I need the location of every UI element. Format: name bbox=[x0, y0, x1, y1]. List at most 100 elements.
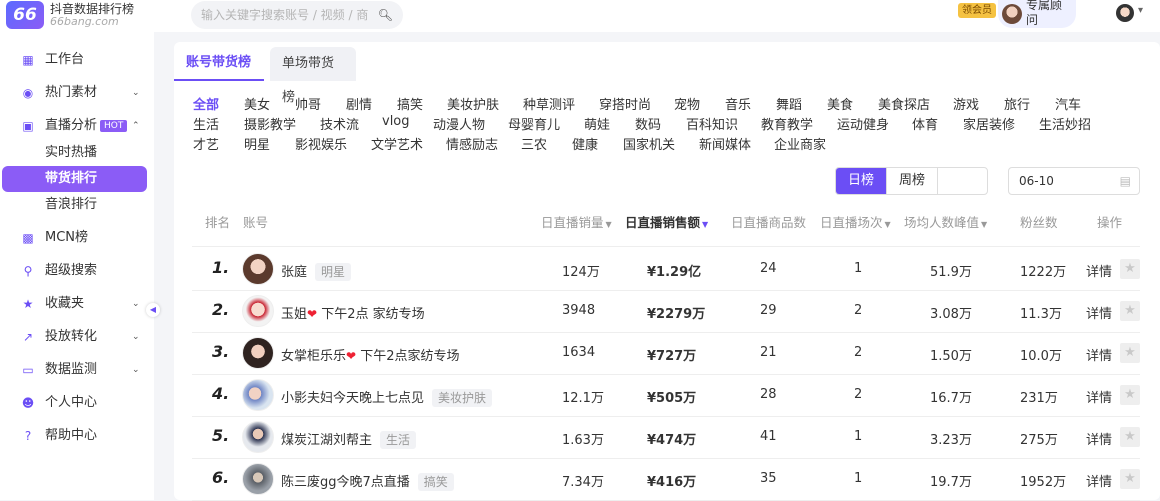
logo[interactable]: 66榜 bbox=[6, 1, 44, 53]
favorite-star-icon[interactable]: ★ bbox=[1120, 259, 1140, 279]
search-input[interactable]: 输入关键字搜索账号 / 视频 / 商 🔍︎ bbox=[191, 1, 403, 29]
sidebar-item-favorites[interactable]: ★ 收藏夹 ⌄ bbox=[0, 291, 154, 317]
category-chip[interactable]: 健康 bbox=[572, 134, 598, 153]
avatar[interactable] bbox=[242, 421, 274, 453]
category-chip[interactable]: 音乐 bbox=[725, 94, 751, 113]
avatar[interactable] bbox=[242, 295, 274, 327]
sidebar-item-hot-material[interactable]: ◉ 热门素材 ⌄ bbox=[0, 80, 154, 106]
sidebar-item-profile[interactable]: ☻ 个人中心 bbox=[0, 390, 154, 416]
avatar[interactable] bbox=[242, 253, 274, 285]
search-icon[interactable]: 🔍︎ bbox=[378, 1, 393, 29]
sidebar-item-live-analysis[interactable]: ▣ 直播分析 HOT ⌃ bbox=[0, 113, 154, 139]
category-chip[interactable]: 新闻媒体 bbox=[699, 134, 751, 153]
category-chip[interactable]: 剧情 bbox=[346, 94, 372, 113]
detail-link[interactable]: 详情 bbox=[1086, 345, 1112, 364]
category-chip[interactable]: 母婴育儿 bbox=[508, 114, 560, 133]
category-chip[interactable]: 萌娃 bbox=[584, 114, 610, 133]
detail-link[interactable]: 详情 bbox=[1086, 261, 1112, 280]
category-chip[interactable]: 技术流 bbox=[320, 114, 359, 133]
advisor-button[interactable]: 专属顾问 bbox=[998, 0, 1076, 28]
favorite-star-icon[interactable]: ★ bbox=[1120, 343, 1140, 363]
tab-account-sales[interactable]: 账号带货榜 bbox=[174, 47, 264, 81]
sidebar-sub-live-hot[interactable]: 实时热播 bbox=[0, 140, 154, 166]
sidebar-item-super-search[interactable]: ⚲ 超级搜索 bbox=[0, 258, 154, 284]
category-chip[interactable]: 搞笑 bbox=[397, 94, 423, 113]
table-row[interactable]: 4. 小影夫妇今天晚上七点见 美妆护肤 12.1万 ¥505万 28 2 16.7万 231万 详… bbox=[192, 374, 1140, 416]
category-chip[interactable]: 家居装修 bbox=[963, 114, 1015, 133]
period-month-button[interactable]: 月榜 bbox=[836, 194, 887, 195]
column-header-sales-amount[interactable]: 日直播销售额 ▼ bbox=[625, 212, 708, 231]
detail-link[interactable]: 详情 bbox=[1086, 471, 1112, 490]
sidebar-sub-sound-rank[interactable]: 音浪排行 bbox=[0, 192, 154, 218]
category-chip[interactable]: 汽车 bbox=[1055, 94, 1081, 113]
period-day-button[interactable]: 日榜 bbox=[836, 168, 887, 194]
category-chip[interactable]: 美妆护肤 bbox=[447, 94, 499, 113]
category-chip[interactable]: 舞蹈 bbox=[776, 94, 802, 113]
account-name[interactable]: 张庭 bbox=[281, 265, 307, 280]
category-chip[interactable]: 数码 bbox=[635, 114, 661, 133]
vip-badge[interactable]: 领会员 bbox=[958, 3, 996, 18]
favorite-star-icon[interactable]: ★ bbox=[1120, 427, 1140, 447]
date-picker[interactable]: 06-10 ▤ bbox=[1008, 167, 1140, 195]
category-chip[interactable]: 宠物 bbox=[674, 94, 700, 113]
category-chip[interactable]: 美食 bbox=[827, 94, 853, 113]
sidebar-item-workbench[interactable]: ▦ 工作台 bbox=[0, 47, 154, 73]
account-name[interactable]: 玉姐 bbox=[281, 307, 307, 322]
column-header-peak-viewers[interactable]: 场均人数峰值 ▼ bbox=[904, 212, 987, 231]
detail-link[interactable]: 详情 bbox=[1086, 387, 1112, 406]
sidebar-collapse-icon[interactable]: ◀ bbox=[146, 303, 160, 317]
favorite-star-icon[interactable]: ★ bbox=[1120, 469, 1140, 489]
category-chip[interactable]: 帅哥 bbox=[295, 94, 321, 113]
sidebar-item-mcn[interactable]: ▩ MCN榜 bbox=[0, 225, 154, 251]
detail-link[interactable]: 详情 bbox=[1086, 429, 1112, 448]
favorite-star-icon[interactable]: ★ bbox=[1120, 301, 1140, 321]
category-chip[interactable]: 美女 bbox=[244, 94, 270, 113]
column-header-sessions[interactable]: 日直播场次 ▼ bbox=[820, 212, 891, 231]
category-chip[interactable]: 动漫人物 bbox=[433, 114, 485, 133]
category-chip[interactable]: 文学艺术 bbox=[371, 134, 423, 153]
category-chip[interactable]: 美食探店 bbox=[878, 94, 930, 113]
sidebar-item-help[interactable]: ? 帮助中心 bbox=[0, 423, 154, 449]
detail-link[interactable]: 详情 bbox=[1086, 303, 1112, 322]
avatar[interactable] bbox=[242, 379, 274, 411]
account-name[interactable]: 女掌柜乐乐 bbox=[281, 349, 346, 364]
favorite-star-icon[interactable]: ★ bbox=[1120, 385, 1140, 405]
category-chip[interactable]: 教育教学 bbox=[761, 114, 813, 133]
table-row[interactable]: 3. 女掌柜乐乐❤ 下午2点家纺专场 1634 ¥727万 21 2 1.50万 10.0万 详… bbox=[192, 332, 1140, 374]
category-chip[interactable]: 百科知识 bbox=[686, 114, 738, 133]
user-avatar[interactable] bbox=[1116, 4, 1134, 22]
category-chip[interactable]: 三农 bbox=[521, 134, 547, 153]
category-chip[interactable]: 国家机关 bbox=[623, 134, 675, 153]
account-name[interactable]: 小影夫妇今天晚上七点见 bbox=[281, 391, 424, 406]
table-row[interactable]: 1. 张庭 明星 124万 ¥1.29亿 24 1 51.9万 1222万 详情 ★ bbox=[192, 248, 1140, 290]
avatar[interactable] bbox=[242, 337, 274, 369]
category-chip[interactable]: 全部 bbox=[193, 94, 219, 113]
category-chip[interactable]: 影视娱乐 bbox=[295, 134, 347, 153]
table-row[interactable]: 2. 玉姐❤ 下午2点 家纺专场 3948 ¥2279万 29 2 3.08万 11.3万 详情… bbox=[192, 290, 1140, 332]
category-chip[interactable]: 体育 bbox=[912, 114, 938, 133]
account-name[interactable]: 陈三废gg今晚7点直播 bbox=[281, 475, 410, 490]
category-chip[interactable]: 游戏 bbox=[953, 94, 979, 113]
table-row[interactable]: 6. 陈三废gg今晚7点直播 搞笑 7.34万 ¥416万 35 1 19.7万 1952万 详情… bbox=[192, 458, 1140, 500]
category-chip[interactable]: 生活 bbox=[193, 114, 219, 133]
category-chip[interactable]: 生活妙招 bbox=[1039, 114, 1091, 133]
table-row[interactable]: 5. 煤炭江湖刘帮主 生活 1.63万 ¥474万 41 1 3.23万 275万 详情 ★ bbox=[192, 416, 1140, 458]
column-header-sales-volume[interactable]: 日直播销量 ▼ bbox=[541, 212, 612, 231]
period-week-button[interactable]: 周榜 bbox=[887, 168, 938, 194]
category-chip[interactable]: vlog bbox=[382, 114, 410, 129]
category-chip[interactable]: 穿搭时尚 bbox=[599, 94, 651, 113]
category-chip[interactable]: 摄影教学 bbox=[244, 114, 296, 133]
tab-session-sales[interactable]: 单场带货榜 bbox=[270, 47, 356, 105]
category-chip[interactable]: 旅行 bbox=[1004, 94, 1030, 113]
chevron-down-icon[interactable]: ▾ bbox=[1138, 5, 1143, 16]
sidebar-item-monitoring[interactable]: ▭ 数据监测 ⌄ bbox=[0, 357, 154, 383]
category-chip[interactable]: 才艺 bbox=[193, 134, 219, 153]
category-chip[interactable]: 种草测评 bbox=[523, 94, 575, 113]
category-chip[interactable]: 明星 bbox=[244, 134, 270, 153]
category-chip[interactable]: 企业商家 bbox=[774, 134, 826, 153]
sidebar-sub-sales-rank[interactable]: 带货排行 bbox=[2, 166, 147, 192]
sidebar-item-ad-conversion[interactable]: ↗ 投放转化 ⌄ bbox=[0, 324, 154, 350]
avatar[interactable] bbox=[242, 463, 274, 495]
category-chip[interactable]: 运动健身 bbox=[837, 114, 889, 133]
category-chip[interactable]: 情感励志 bbox=[446, 134, 498, 153]
